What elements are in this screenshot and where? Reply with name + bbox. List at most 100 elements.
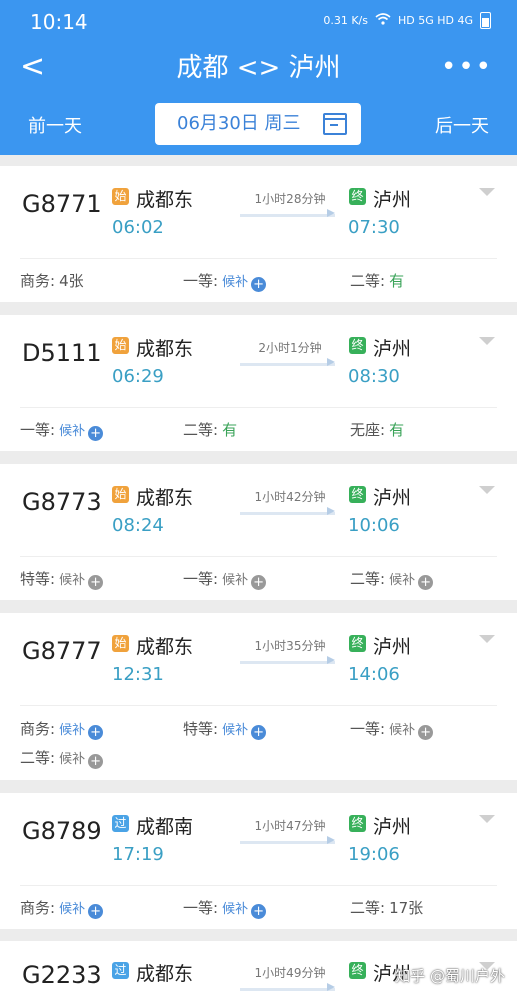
terminal-badge: 终 (349, 486, 366, 503)
travel-duration: 2小时1分钟 (258, 341, 322, 355)
expand-chevron-icon[interactable] (479, 635, 495, 643)
route-arrow (240, 209, 335, 217)
divider (20, 258, 497, 259)
more-menu-icon[interactable]: ••• (441, 52, 493, 82)
departure-station: 成都东 (136, 636, 194, 658)
train-number: G8789 (22, 817, 102, 845)
route-arrow (240, 836, 335, 844)
train-card-g8771[interactable]: G8771 始 成都东 06:02 1小时28分钟 终 泸州 07:30 商务:… (0, 166, 517, 302)
departure-station: 成都东 (136, 963, 194, 985)
waitlist-add-icon[interactable]: + (251, 904, 267, 919)
arrival-time: 08:30 (348, 366, 400, 387)
waitlist-add-icon[interactable]: + (88, 426, 104, 441)
seat-first-class[interactable]: 一等: 候补 + (183, 897, 267, 919)
date-text: 06月30日 周三 (177, 113, 301, 134)
seat-premium[interactable]: 特等: 候补 + (183, 718, 267, 740)
expand-chevron-icon[interactable] (479, 815, 495, 823)
waitlist-add-icon[interactable]: + (251, 725, 267, 740)
waitlist-add-icon: + (418, 725, 434, 740)
watermark: 知乎 @蜀川户外 (395, 967, 505, 985)
origin-badge: 始 (112, 635, 129, 652)
departure-time: 08:24 (112, 515, 164, 536)
travel-duration: 1小时28分钟 (254, 192, 326, 206)
origin-badge: 始 (112, 486, 129, 503)
travel-duration: 1小时47分钟 (254, 819, 326, 833)
route-arrow (240, 656, 335, 664)
terminal-badge: 终 (349, 815, 366, 832)
status-bar: 10:14 0.31 K/s HD 5G HD 4G (0, 0, 517, 44)
seat-second-class: 二等: 有 (350, 272, 405, 290)
terminal-badge: 终 (349, 962, 366, 979)
terminal-badge: 终 (349, 188, 366, 205)
origin-badge: 始 (112, 337, 129, 354)
train-card-g8789[interactable]: G8789 过 成都南 17:19 1小时47分钟 终 泸州 19:06 商务:… (0, 793, 517, 929)
network-speed: 0.31 K/s (323, 14, 368, 27)
seat-first-class[interactable]: 一等: 候补 + (183, 270, 267, 292)
waitlist-add-icon: + (88, 575, 104, 590)
expand-chevron-icon[interactable] (479, 337, 495, 345)
waitlist-add-icon: + (418, 575, 434, 590)
divider (20, 556, 497, 557)
route-arrow (240, 358, 335, 366)
seat-first-class: 一等: 候补 + (350, 718, 434, 740)
arrival-station: 泸州 (373, 487, 412, 509)
passing-badge: 过 (112, 962, 129, 979)
expand-chevron-icon[interactable] (479, 188, 495, 196)
waitlist-add-icon: + (251, 575, 267, 590)
arrival-time: 19:06 (348, 844, 400, 865)
travel-duration: 1小时35分钟 (254, 639, 326, 653)
train-number: G8771 (22, 190, 102, 218)
seat-second-class: 二等: 17张 (350, 899, 424, 917)
arrival-time: 14:06 (348, 664, 400, 685)
divider (20, 407, 497, 408)
train-card-g8773[interactable]: G8773 始 成都东 08:24 1小时42分钟 终 泸州 10:06 特等:… (0, 464, 517, 600)
expand-chevron-icon[interactable] (479, 486, 495, 494)
date-selector[interactable]: 06月30日 周三 (155, 103, 361, 145)
train-number: G8777 (22, 637, 102, 665)
waitlist-add-icon[interactable]: + (88, 904, 104, 919)
travel-duration: 1小时49分钟 (254, 966, 326, 980)
arrival-time: 07:30 (348, 217, 400, 238)
departure-time: 06:02 (112, 217, 164, 238)
passing-badge: 过 (112, 815, 129, 832)
seat-first-class[interactable]: 一等: 候补 + (20, 419, 104, 441)
seat-second-class: 二等: 候补 + (20, 747, 104, 769)
waitlist-add-icon[interactable]: + (88, 725, 104, 740)
seat-second-class: 二等: 有 (183, 421, 238, 439)
seat-premium: 特等: 候补 + (20, 568, 104, 590)
page-title: 成都 <> 泸州 (176, 53, 341, 83)
seat-first-class: 一等: 候补 + (183, 568, 267, 590)
train-card-d5111[interactable]: D5111 始 成都东 06:29 2小时1分钟 终 泸州 08:30 一等: 候… (0, 315, 517, 451)
previous-day-button[interactable]: 前一天 (28, 112, 82, 138)
departure-time: 12:31 (112, 664, 164, 685)
seat-business[interactable]: 商务: 候补 + (20, 897, 104, 919)
departure-time: 17:19 (112, 844, 164, 865)
seat-no-seat: 无座: 有 (350, 421, 405, 439)
train-number: G2233 (22, 961, 102, 989)
arrival-time: 10:06 (348, 515, 400, 536)
train-number: G8773 (22, 488, 102, 516)
arrival-station: 泸州 (373, 816, 412, 838)
arrival-station: 泸州 (373, 338, 412, 360)
status-icons: 0.31 K/s HD 5G HD 4G (323, 12, 491, 29)
train-card-g8777[interactable]: G8777 始 成都东 12:31 1小时35分钟 终 泸州 14:06 商务:… (0, 613, 517, 780)
waitlist-add-icon: + (88, 754, 104, 769)
terminal-badge: 终 (349, 337, 366, 354)
travel-duration: 1小时42分钟 (254, 490, 326, 504)
departure-station: 成都东 (136, 189, 194, 211)
terminal-badge: 终 (349, 635, 366, 652)
next-day-button[interactable]: 后一天 (435, 112, 489, 138)
departure-station: 成都东 (136, 338, 194, 360)
signal-icons: HD 5G HD 4G (397, 14, 473, 27)
origin-badge: 始 (112, 188, 129, 205)
train-number: D5111 (22, 339, 102, 367)
seat-business[interactable]: 商务: 候补 + (20, 718, 104, 740)
departure-station: 成都东 (136, 487, 194, 509)
calendar-icon (323, 113, 347, 135)
waitlist-add-icon[interactable]: + (251, 277, 267, 292)
seat-business: 商务: 4张 (20, 272, 84, 290)
status-time: 10:14 (30, 10, 88, 34)
arrival-station: 泸州 (373, 189, 412, 211)
route-arrow (240, 507, 335, 515)
departure-station: 成都南 (136, 816, 194, 838)
